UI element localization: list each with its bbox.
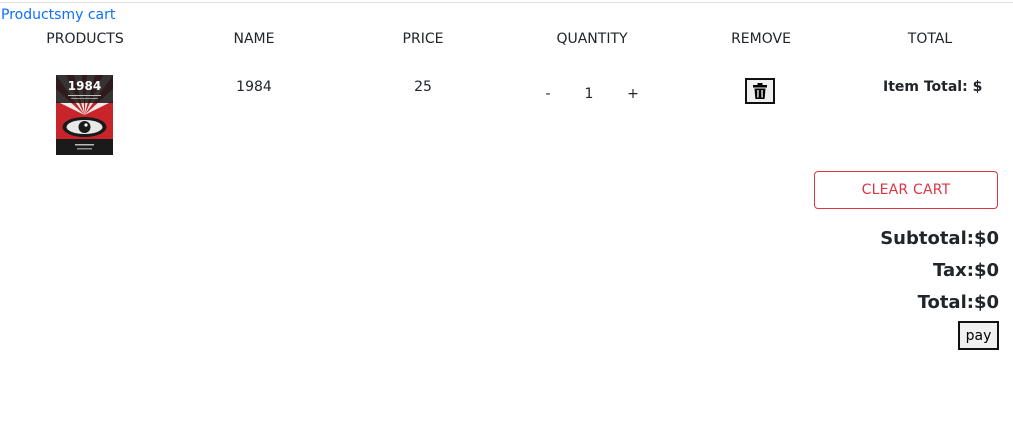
tax: Tax:$0 (933, 260, 999, 281)
item-total: Item Total: $ (883, 79, 983, 95)
header-remove: REMOVE (731, 31, 791, 47)
subtotal: Subtotal:$0 (880, 228, 999, 249)
top-divider (0, 2, 1013, 3)
trash-icon (753, 83, 767, 99)
top-nav: Productsmy cart (1, 7, 115, 24)
remove-item-button[interactable] (745, 78, 775, 104)
pay-button[interactable]: pay (958, 321, 999, 350)
product-image: 1984 (56, 75, 113, 155)
product-name: 1984 (236, 79, 272, 95)
my-cart-link[interactable]: my cart (61, 7, 115, 23)
quantity-value: 1 (584, 86, 594, 102)
products-link[interactable]: Products (1, 7, 61, 23)
increment-button[interactable]: + (627, 86, 639, 103)
total: Total:$0 (917, 292, 999, 313)
header-total: TOTAL (907, 31, 953, 47)
header-name: NAME (233, 31, 275, 47)
cover-title: 1984 (68, 79, 101, 93)
clear-cart-button[interactable]: CLEAR CART (814, 171, 998, 209)
header-quantity: QUANTITY (556, 31, 628, 47)
decrement-button[interactable]: - (545, 86, 550, 103)
header-price: PRICE (402, 31, 444, 47)
header-products: PRODUCTS (46, 31, 124, 47)
product-price: 25 (414, 79, 432, 95)
